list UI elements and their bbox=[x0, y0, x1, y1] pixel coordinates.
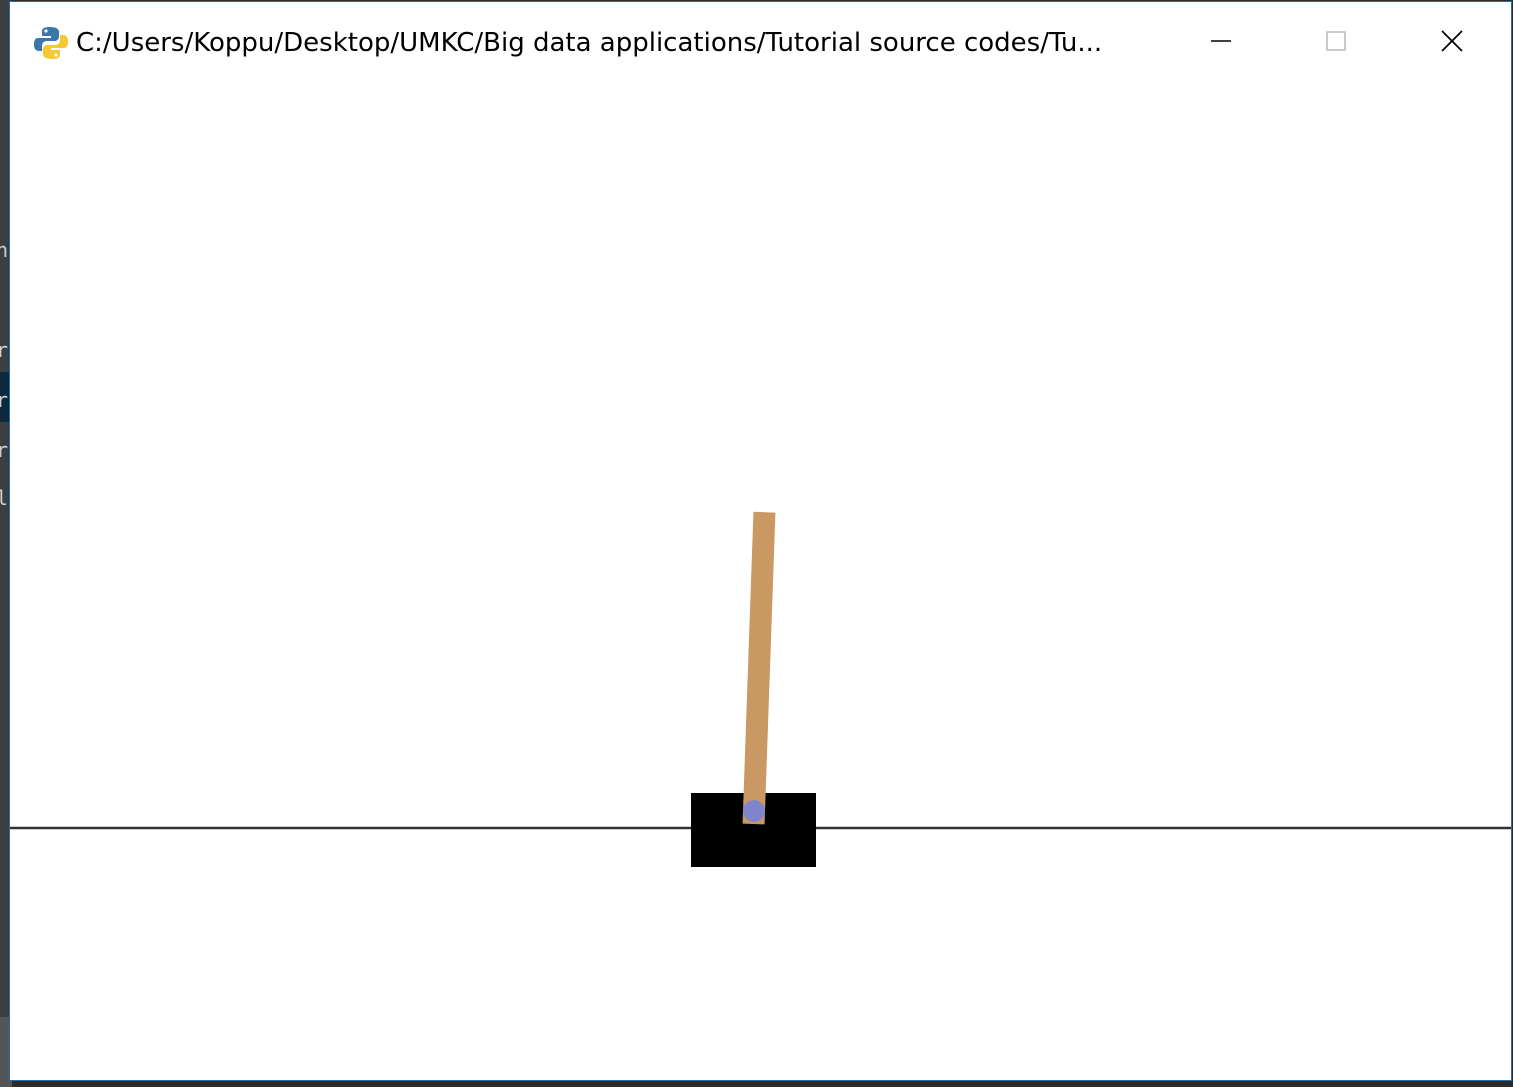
title-bar[interactable]: C:/Users/Koppu/Desktop/UMKC/Big data app… bbox=[10, 2, 1511, 82]
axle bbox=[743, 800, 765, 822]
window-title: C:/Users/Koppu/Desktop/UMKC/Big data app… bbox=[76, 28, 1103, 58]
maximize-icon bbox=[1326, 31, 1346, 51]
python-icon bbox=[32, 24, 70, 62]
close-icon bbox=[1441, 30, 1463, 52]
background-text-fragment: r bbox=[0, 338, 9, 362]
minimize-icon bbox=[1211, 40, 1231, 42]
render-window: C:/Users/Koppu/Desktop/UMKC/Big data app… bbox=[9, 1, 1512, 1081]
pole bbox=[742, 511, 776, 825]
close-button[interactable] bbox=[1394, 2, 1510, 80]
background-text-fragment: l bbox=[0, 486, 9, 510]
maximize-button[interactable] bbox=[1278, 2, 1394, 80]
background-text-fragment: r bbox=[0, 388, 9, 412]
cartpole-scene bbox=[10, 511, 1511, 867]
minimize-button[interactable] bbox=[1163, 2, 1279, 80]
render-canvas bbox=[10, 82, 1511, 1080]
background-text-fragment: r bbox=[0, 438, 9, 462]
